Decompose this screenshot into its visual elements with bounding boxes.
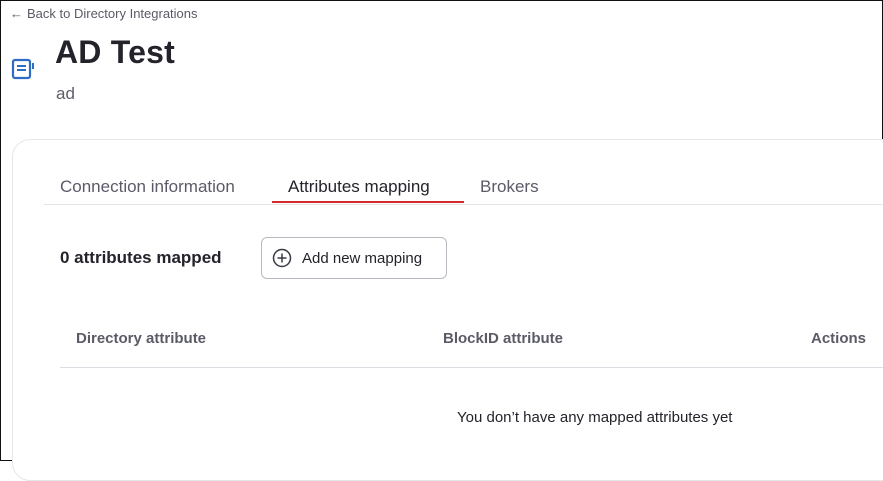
arrow-left-icon: ← xyxy=(10,6,23,21)
empty-state-message: You don’t have any mapped attributes yet xyxy=(457,409,733,426)
directory-book-icon xyxy=(11,58,34,80)
table-header-divider xyxy=(60,367,883,368)
tab-bar: Connection information Attributes mappin… xyxy=(44,166,883,205)
column-header-actions: Actions xyxy=(811,330,867,347)
tab-connection-information[interactable]: Connection information xyxy=(60,177,235,197)
tab-brokers[interactable]: Brokers xyxy=(480,177,539,197)
page-subtitle: ad xyxy=(56,84,75,103)
plus-circle-icon xyxy=(272,248,292,268)
back-link[interactable]: ← Back to Directory Integrations xyxy=(10,6,198,21)
active-tab-indicator xyxy=(272,201,464,203)
mapped-count: 0 attributes mapped xyxy=(60,248,222,267)
back-link-label: Back to Directory Integrations xyxy=(27,6,198,21)
column-header-blockid-attribute: BlockID attribute xyxy=(443,330,564,347)
add-new-mapping-label: Add new mapping xyxy=(302,249,423,267)
page-title: AD Test xyxy=(55,34,175,70)
tab-attributes-mapping[interactable]: Attributes mapping xyxy=(288,177,430,197)
add-new-mapping-button[interactable]: Add new mapping xyxy=(261,237,447,279)
column-header-directory-attribute: Directory attribute xyxy=(76,330,207,347)
